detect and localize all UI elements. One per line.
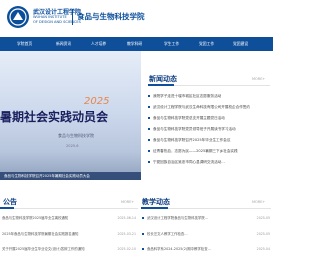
notice-section-title: 公告 (3, 198, 17, 206)
nav-item-news[interactable]: 新闻资讯 (56, 37, 71, 51)
teaching-row[interactable]: 校长汪文人教学工作检查... 2025-05 (142, 230, 270, 238)
teaching-accent (141, 207, 168, 209)
bullet-icon (148, 128, 150, 130)
banner-slider[interactable]: 2025 暑期社会实践动员会 食品与生物科技学院 2025.6 食品与生物科技学… (0, 51, 141, 180)
slider-dots (118, 174, 133, 180)
news-item[interactable]: 武汉设计工程学院与武汉生命科技有限公司开展校企合作签约 (148, 103, 270, 112)
news-accent (148, 84, 174, 86)
bullet-icon (142, 233, 144, 235)
nav-item-party[interactable]: 党团工作 (199, 37, 214, 51)
notice-divider (0, 208, 138, 209)
bullet-icon (148, 95, 150, 97)
news-item[interactable]: 食品与生物科技学院召开2025年毕业生工作会议 (148, 136, 270, 145)
nav-item-party-building[interactable]: 党团建设 (233, 37, 248, 51)
bullet-icon (148, 106, 150, 108)
teaching-row[interactable]: 食品科学系2024-2025(2)期中教学检查... 2025-04 (142, 245, 270, 253)
nav-item-teaching[interactable]: 教学科研 (127, 37, 142, 51)
bullet-icon (142, 217, 144, 219)
teaching-row[interactable]: 武汉设计工程学院食品与生物科技学院... 2025-05 (142, 214, 270, 222)
nav-item-students[interactable]: 学生工作 (164, 37, 179, 51)
notice-row[interactable]: 食品与生物科技学院2025届毕业生离校通知 2025-06-14 (2, 214, 136, 222)
notice-row[interactable]: 关于开展2025届毕业生毕业论文(设计)答辩工作的通知 2025-02-10 (2, 245, 136, 253)
nav-item-talent[interactable]: 人才培养 (91, 37, 106, 51)
bullet-icon (148, 150, 150, 152)
school-logo-icon[interactable] (6, 5, 30, 29)
notice-more-link[interactable]: MORE+ (121, 200, 134, 204)
notice-row[interactable]: 2025年食品与生物科技学院暑期社会实践报名通知 2025-03-21 (2, 230, 136, 238)
banner-caption: 食品与生物科技学院召开2025年暑期社会实践动员大会 (4, 174, 90, 178)
bullet-icon (148, 117, 150, 119)
logo-divider (72, 9, 73, 25)
banner-year: 2025 (84, 96, 110, 107)
teaching-more-link[interactable]: MORE+ (252, 200, 265, 204)
news-section-title: 新闻动态 (149, 75, 177, 83)
school-name-en: WUHAN INSTITUTE OF DESIGN AND SCIENCES (33, 15, 81, 24)
news-item[interactable]: 食品与生物科技学院党员领导班子开展读书学习活动 (148, 125, 270, 134)
banner-unit: 2025.6 (66, 144, 79, 148)
site-header: 武汉设计工程学院 WUHAN INSTITUTE OF DESIGN AND S… (0, 0, 273, 34)
news-item[interactable]: 食品与生物科技学院党总支开展主题党日活动 (148, 114, 270, 123)
notice-accent (0, 207, 14, 209)
bullet-icon (142, 248, 144, 250)
news-item[interactable]: 征青春热血，志愿为民——2025暑期三下乡社会实践 (148, 147, 270, 156)
bullet-icon (148, 161, 150, 163)
banner-subtitle: 食品与生物科技学院 (58, 133, 94, 138)
teaching-section-title: 教学动态 (142, 198, 170, 206)
news-item[interactable]: 我院学子走进十堰市城区社区志愿服务活动 (148, 92, 270, 101)
news-more-link[interactable]: MORE+ (252, 77, 265, 81)
news-item[interactable]: 宁夏回族自治区吴忠市同心县调研交流活动... (148, 158, 270, 167)
bullet-icon (148, 139, 150, 141)
main-nav: 学院首页 新闻资讯 人才培养 教学科研 学生工作 党团工作 党团建设 (0, 37, 273, 51)
college-name: 食品与生物科技学院 (77, 12, 145, 21)
banner-title: 暑期社会实践动员会 (0, 110, 109, 124)
nav-item-home[interactable]: 学院首页 (17, 37, 32, 51)
